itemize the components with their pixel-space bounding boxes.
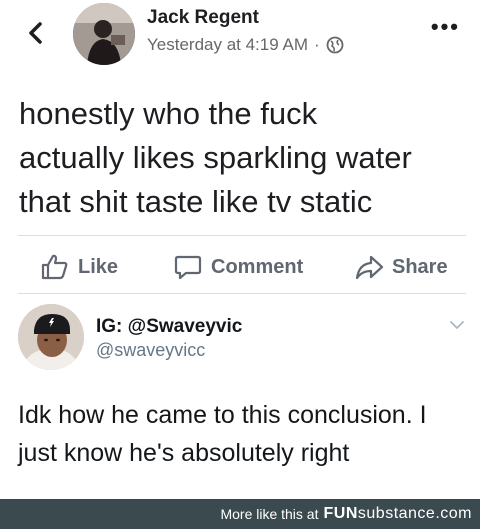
post-text: honestly who the fuck actually likes spa… [19, 96, 412, 219]
footer-prefix: More like this at [220, 506, 319, 522]
brand-substance: substance [357, 505, 436, 522]
chevron-down-icon[interactable] [448, 318, 466, 332]
like-button[interactable]: Like [40, 252, 118, 282]
like-label: Like [78, 255, 119, 278]
back-chevron-icon[interactable] [22, 16, 50, 50]
site-link[interactable]: FUNsubstance.com [324, 505, 473, 523]
reply-handle[interactable]: @swaveyvicc [96, 340, 205, 361]
reply-tweet: IG: @Swaveyvic @swaveyvicc Idk how he ca… [0, 296, 480, 499]
post-meta: Yesterday at 4:19 AM · [147, 35, 344, 55]
globe-icon [326, 36, 344, 54]
divider [18, 293, 466, 294]
author-name[interactable]: Jack Regent [147, 7, 259, 29]
share-button[interactable]: Share [354, 252, 448, 282]
comment-label: Comment [211, 255, 304, 278]
reply-display-name[interactable]: IG: @Swaveyvic [96, 316, 242, 338]
reply-avatar[interactable] [18, 304, 84, 370]
share-label: Share [392, 255, 448, 278]
site-footer: More like this at FUNsubstance.com [0, 499, 480, 529]
brand-domain: .com [435, 505, 472, 522]
thumbs-up-icon [41, 254, 68, 280]
post-header: Jack Regent Yesterday at 4:19 AM · ••• [0, 0, 480, 78]
post-timestamp[interactable]: Yesterday at 4:19 AM [147, 35, 308, 55]
divider [18, 235, 466, 236]
brand-fun: FUN [323, 505, 358, 522]
comment-button[interactable]: Comment [173, 252, 303, 282]
more-dots-icon[interactable]: ••• [431, 16, 460, 38]
meta-separator: · [313, 35, 320, 54]
reply-text: Idk how he came to this conclusion. I ju… [18, 401, 427, 467]
comment-bubble-icon [174, 255, 202, 280]
post-actions: Like Comment Share [0, 242, 480, 292]
share-arrow-icon [355, 255, 384, 280]
author-avatar[interactable] [73, 3, 135, 65]
